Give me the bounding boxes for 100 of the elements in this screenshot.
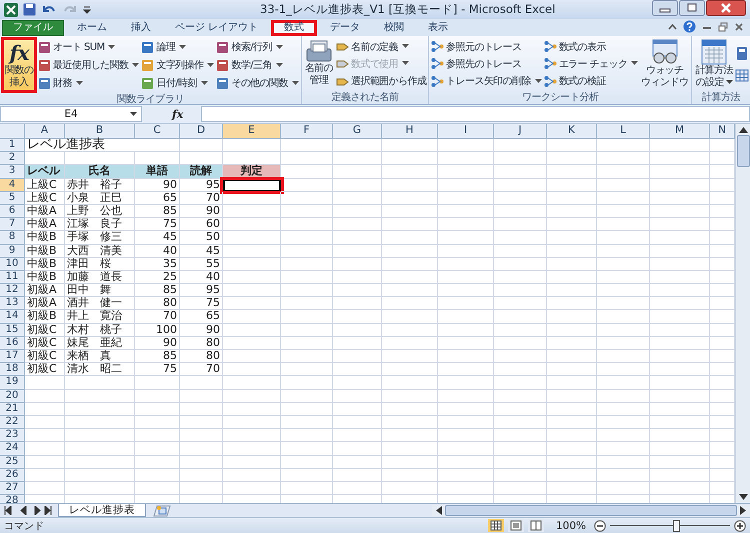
ribbon-button[interactable]: 日付/時刻 (140, 76, 216, 90)
sheet-navigation-icon[interactable] (4, 506, 52, 515)
ribbon-button[interactable]: エラー チェック (542, 56, 640, 72)
row-header[interactable]: 24 (0, 442, 25, 456)
row-header[interactable]: 17 (0, 350, 25, 364)
ribbon-tab[interactable]: 校閲 (373, 20, 416, 36)
sheet-icon[interactable] (734, 69, 749, 82)
column-header[interactable]: A (25, 124, 65, 139)
column-header[interactable]: G (333, 124, 382, 139)
row-header[interactable]: 16 (0, 336, 25, 350)
collapse-ribbon-icon[interactable] (668, 22, 677, 30)
zoom-out-icon[interactable] (594, 520, 606, 532)
scroll-up-icon[interactable] (738, 127, 748, 133)
zoom-thumb[interactable] (673, 520, 680, 532)
zoom-in-icon[interactable] (734, 520, 746, 532)
row-header[interactable]: 14 (0, 310, 25, 324)
ribbon-tab[interactable]: 表示 (417, 20, 460, 36)
calculator-icon[interactable] (736, 46, 748, 61)
ribbon-button[interactable]: その他の関数 (215, 76, 300, 90)
customize-caret-icon[interactable] (83, 4, 91, 14)
page-break-icon[interactable] (528, 519, 544, 532)
minimize-icon[interactable] (652, 0, 678, 16)
column-header[interactable]: K (547, 124, 597, 139)
ribbon-button[interactable]: fx 関数の 挿入 (1, 37, 38, 93)
help-icon[interactable] (683, 20, 696, 33)
row-header[interactable]: 7 (0, 218, 25, 232)
ribbon-button[interactable]: 数式の検証 (542, 74, 640, 89)
row-header[interactable]: 11 (0, 270, 25, 284)
ribbon-button[interactable]: 数式の表示 (542, 39, 640, 54)
row-header[interactable]: 3 (0, 165, 25, 179)
row-header[interactable]: 4 (0, 178, 25, 192)
ribbon-button[interactable]: オート SUM (37, 40, 140, 54)
ribbon-button[interactable]: 論理 (140, 40, 216, 54)
row-header[interactable]: 9 (0, 244, 25, 258)
ribbon-button[interactable]: 最近使用した関数 (37, 58, 140, 72)
row-header[interactable]: 19 (0, 376, 25, 390)
row-header[interactable]: 1 (0, 139, 25, 152)
column-header[interactable]: D (180, 124, 223, 139)
scroll-down-icon[interactable] (738, 494, 748, 500)
row-header[interactable]: 22 (0, 416, 25, 430)
close-icon[interactable] (706, 0, 746, 16)
formula-input[interactable] (201, 106, 750, 122)
ribbon-button[interactable]: 参照元のトレース (430, 39, 543, 54)
page-layout-icon[interactable] (508, 519, 524, 532)
row-header[interactable]: 10 (0, 258, 25, 271)
restore-icon[interactable] (679, 0, 705, 16)
row-header[interactable]: 28 (0, 495, 25, 503)
column-header[interactable]: J (494, 124, 547, 139)
ribbon-button[interactable]: 文字列操作 (140, 58, 216, 72)
row-header[interactable]: 12 (0, 284, 25, 298)
row-header[interactable]: 8 (0, 231, 25, 244)
scroll-thumb[interactable] (736, 135, 750, 167)
scroll-left-icon[interactable] (436, 506, 442, 515)
normal-view-icon[interactable] (488, 519, 504, 532)
name-box[interactable]: E4 (0, 106, 142, 122)
ribbon-tab[interactable]: データ (319, 20, 372, 36)
sheet-tab[interactable]: レベル進捗表 (58, 504, 146, 517)
save-icon[interactable] (23, 3, 36, 16)
column-header[interactable]: C (135, 124, 180, 139)
caret-icon[interactable] (130, 112, 137, 116)
row-header[interactable]: 13 (0, 297, 25, 310)
column-header[interactable]: M (650, 124, 710, 139)
ribbon-button[interactable]: 計算方法 の設定 (693, 37, 735, 91)
column-header[interactable]: H (382, 124, 438, 139)
ribbon-tab[interactable]: ファイル (2, 20, 64, 36)
row-header[interactable]: 26 (0, 468, 25, 482)
column-header[interactable]: N (710, 124, 735, 139)
insert-function-button[interactable]: fx (146, 108, 198, 120)
ribbon-tab[interactable]: 数式 (271, 20, 318, 36)
row-header[interactable]: 5 (0, 192, 25, 205)
restore-icon[interactable] (718, 22, 728, 32)
row-header[interactable]: 21 (0, 402, 25, 416)
column-header[interactable]: F (281, 124, 333, 139)
column-header[interactable]: E (223, 124, 281, 139)
ribbon-tab[interactable]: ホーム (66, 20, 118, 36)
ribbon-button[interactable]: 参照先のトレース (430, 56, 543, 72)
ribbon-button[interactable]: 名前の 管理 (302, 37, 336, 91)
row-header[interactable]: 23 (0, 429, 25, 442)
row-header[interactable]: 15 (0, 324, 25, 337)
ribbon-button[interactable]: 財務 (37, 76, 140, 90)
vertical-scrollbar[interactable] (735, 124, 750, 503)
row-header[interactable]: 20 (0, 390, 25, 403)
ribbon-button[interactable]: トレース矢印の削除 (430, 74, 543, 89)
column-header[interactable]: I (438, 124, 494, 139)
ribbon-tab[interactable]: 挿入 (120, 20, 162, 36)
close-icon[interactable] (734, 22, 744, 32)
row-header[interactable]: 2 (0, 152, 25, 166)
ribbon-button[interactable]: 検索/行列 (215, 40, 300, 54)
column-header[interactable]: L (597, 124, 650, 139)
row-header[interactable]: 27 (0, 482, 25, 496)
ribbon-button[interactable]: ウォッチ ウィンドウ (639, 37, 690, 91)
ribbon-tab[interactable]: ページ レイアウト (164, 20, 270, 36)
scroll-right-icon[interactable] (740, 506, 746, 515)
row-header[interactable]: 18 (0, 363, 25, 376)
active-cell[interactable] (223, 178, 281, 192)
insert-sheet-icon[interactable] (152, 504, 172, 516)
row-header[interactable]: 6 (0, 204, 25, 218)
ribbon-button[interactable]: 選択範囲から作成 (335, 74, 428, 89)
ribbon-button[interactable]: 数学/三角 (215, 58, 300, 72)
ribbon-button[interactable]: 名前の定義 (335, 39, 428, 54)
